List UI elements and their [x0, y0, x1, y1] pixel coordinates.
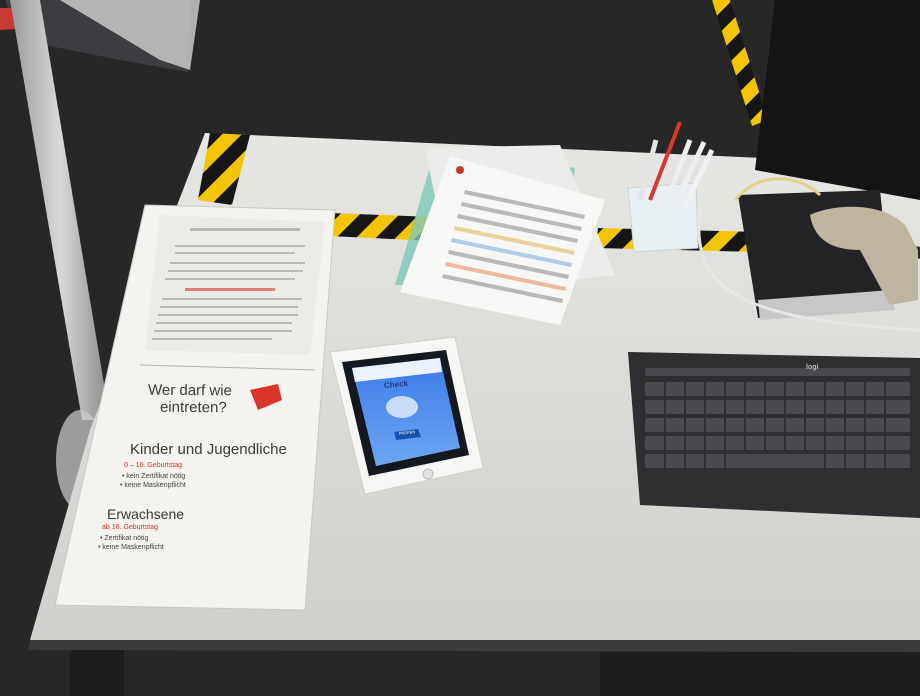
keyboard-brand-logo: logi	[806, 364, 819, 371]
poster-adults-bullet-1: • Zertifikat nötig	[100, 535, 149, 542]
desk-leg-right	[600, 652, 920, 696]
poster-children-title: Kinder und Jugendliche	[130, 441, 287, 458]
photo-scene	[0, 0, 920, 696]
ipad-home-button	[422, 468, 434, 480]
qr-scan-icon	[386, 396, 418, 418]
pen-holder	[627, 182, 699, 253]
poster-adults-age: ab 16. Geburtstag	[102, 524, 159, 531]
desk-leg-left	[70, 650, 124, 696]
poster-children-bullet-1: • kein Zertifikat nötig	[122, 473, 186, 480]
poster-heading-line2: eintreten?	[159, 398, 227, 417]
monitor	[755, 0, 920, 200]
poster-children-bullet-2: • keine Maskenpflicht	[120, 482, 186, 489]
desk-edge	[28, 640, 920, 652]
poster-children-age: 0 – 16. Geburtstag	[124, 462, 182, 469]
poster-adults-bullet-2: • keine Maskenpflicht	[98, 544, 164, 551]
keyboard-body	[628, 352, 920, 518]
poster-heading-line1: Wer darf wie	[147, 381, 232, 400]
swiss-crest-icon	[456, 166, 464, 174]
poster-top-text-area	[145, 215, 325, 355]
poster-adults-title: Erwachsene	[107, 506, 185, 522]
